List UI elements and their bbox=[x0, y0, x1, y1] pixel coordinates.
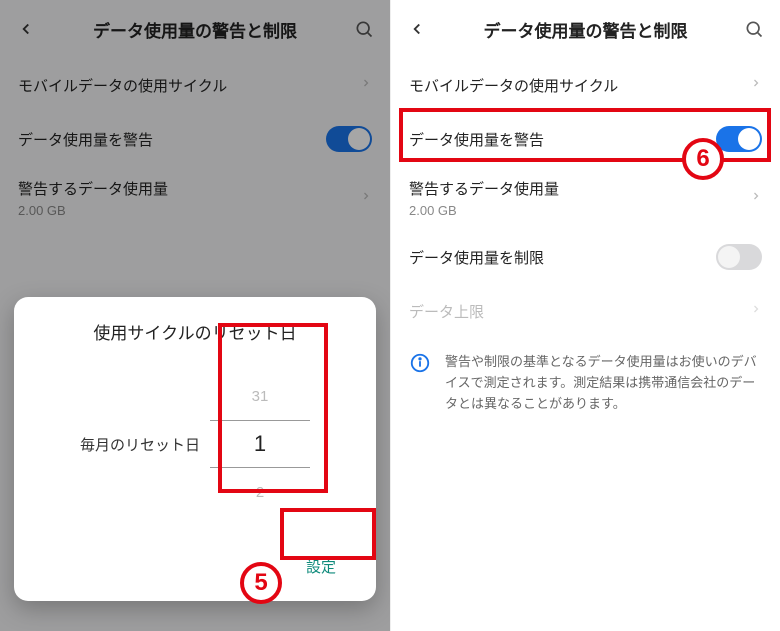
info-section: 警告や制限の基準となるデータ使用量はお使いのデバイスで測定されます。測定結果は携… bbox=[391, 342, 780, 424]
header: データ使用量の警告と制限 bbox=[391, 0, 780, 58]
picker-prev: 31 bbox=[210, 372, 310, 420]
dialog-title: 使用サイクルのリセット日 bbox=[36, 319, 354, 344]
row-usage-cycle[interactable]: モバイルデータの使用サイクル bbox=[409, 58, 762, 112]
row-sublabel: 2.00 GB bbox=[409, 203, 750, 218]
row-warning-threshold[interactable]: 警告するデータ使用量 2.00 GB bbox=[409, 166, 762, 230]
chevron-right-icon bbox=[750, 76, 762, 94]
row-label: データ使用量を警告 bbox=[409, 129, 716, 150]
back-icon[interactable] bbox=[401, 13, 433, 45]
info-icon bbox=[409, 352, 431, 374]
row-data-cap: データ上限 bbox=[409, 284, 762, 338]
reset-day-dialog: 使用サイクルのリセット日 毎月のリセット日 31 1 2 設定 bbox=[14, 297, 376, 601]
row-label: データ使用量を制限 bbox=[409, 247, 716, 268]
dialog-body-label: 毎月のリセット日 bbox=[80, 434, 200, 455]
confirm-button[interactable]: 設定 bbox=[288, 546, 354, 587]
page-title: データ使用量の警告と制限 bbox=[433, 17, 738, 42]
info-text: 警告や制限の基準となるデータ使用量はお使いのデバイスで測定されます。測定結果は携… bbox=[445, 352, 762, 414]
row-label: モバイルデータの使用サイクル bbox=[409, 75, 750, 96]
toggle-data-limit[interactable] bbox=[716, 244, 762, 270]
phone-left: データ使用量の警告と制限 モバイルデータの使用サイクル データ使用量を警告 警告… bbox=[0, 0, 390, 631]
search-icon[interactable] bbox=[738, 13, 770, 45]
picker-current: 1 bbox=[210, 420, 310, 468]
row-data-warning[interactable]: データ使用量を警告 bbox=[409, 112, 762, 166]
row-data-limit[interactable]: データ使用量を制限 bbox=[409, 230, 762, 284]
chevron-right-icon bbox=[750, 302, 762, 320]
dialog-body: 毎月のリセット日 31 1 2 bbox=[36, 372, 354, 516]
row-label: 警告するデータ使用量 bbox=[409, 178, 750, 199]
settings-list: モバイルデータの使用サイクル データ使用量を警告 警告するデータ使用量 2.00… bbox=[391, 58, 780, 338]
dialog-actions: 設定 bbox=[36, 546, 354, 587]
picker-next: 2 bbox=[210, 468, 310, 516]
phone-right: データ使用量の警告と制限 モバイルデータの使用サイクル データ使用量を警告 警告… bbox=[390, 0, 780, 631]
day-picker[interactable]: 31 1 2 bbox=[210, 372, 310, 516]
chevron-right-icon bbox=[750, 189, 762, 207]
row-label: データ上限 bbox=[409, 301, 750, 322]
toggle-data-warning[interactable] bbox=[716, 126, 762, 152]
